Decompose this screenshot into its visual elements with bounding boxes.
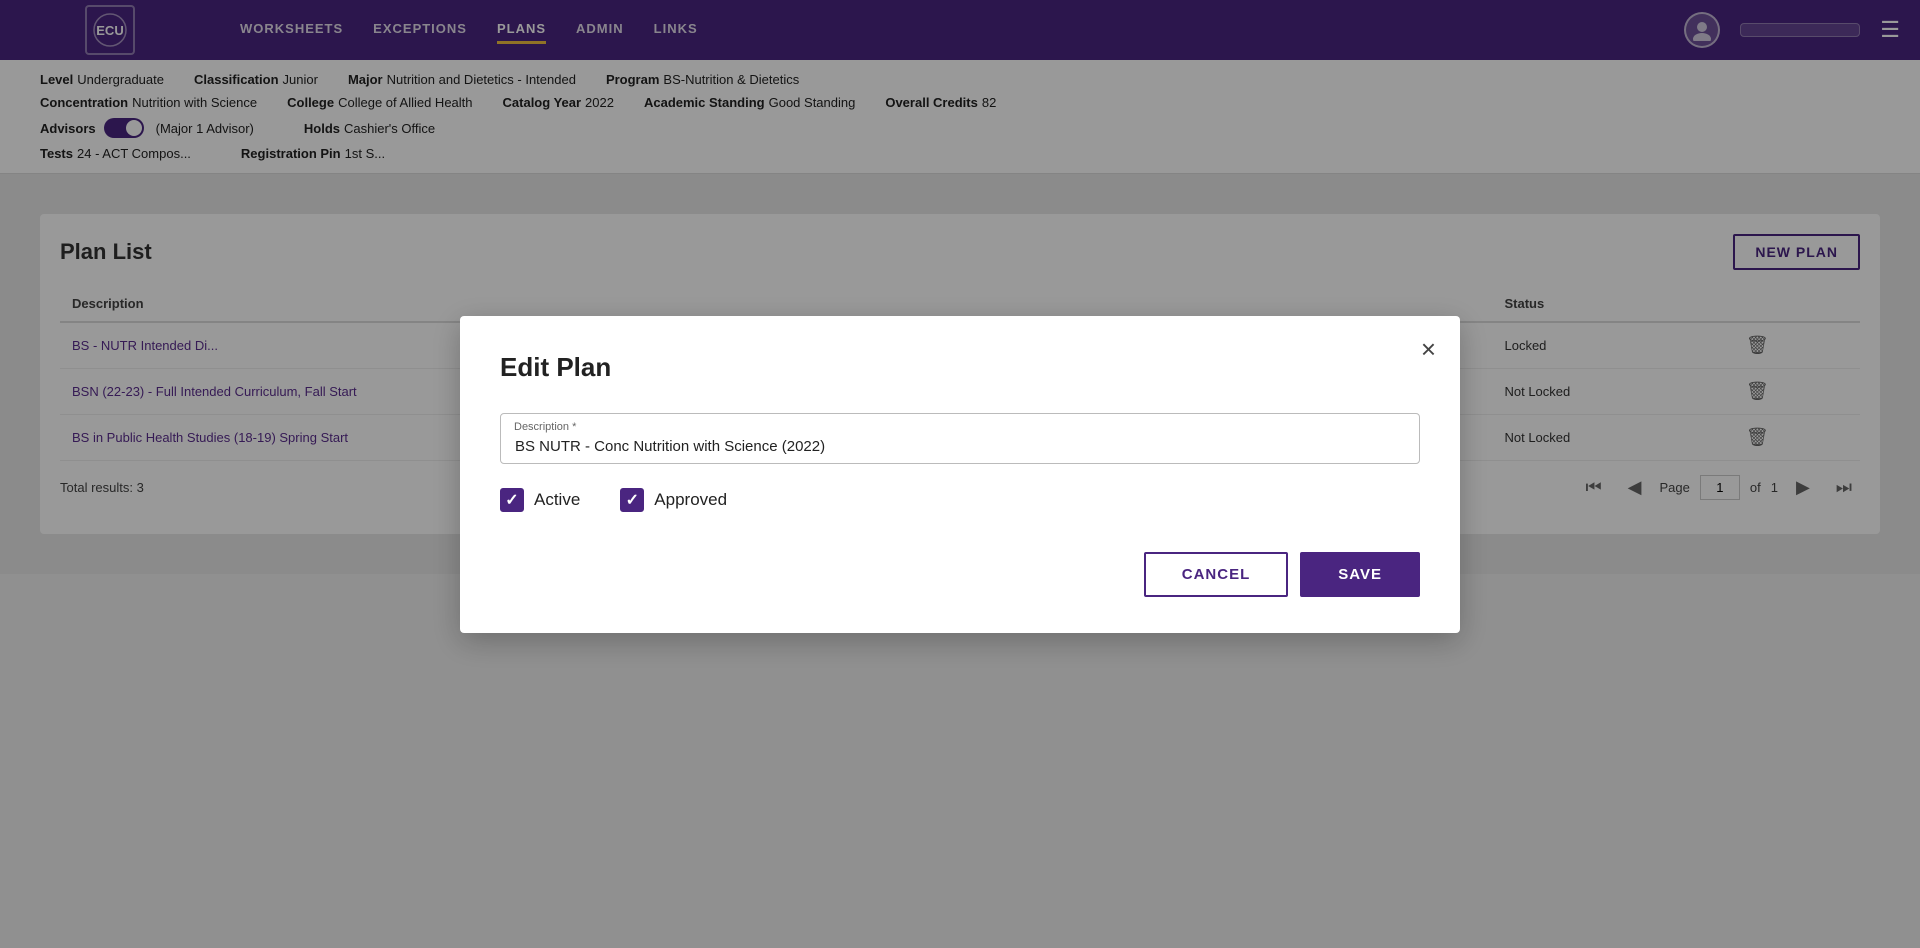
- active-checkbox-item: ✓ Active: [500, 488, 580, 512]
- save-button[interactable]: SAVE: [1300, 552, 1420, 597]
- modal-buttons: CANCEL SAVE: [500, 552, 1420, 597]
- approved-label: Approved: [654, 490, 727, 510]
- modal-close-button[interactable]: ×: [1421, 336, 1436, 362]
- approved-checkbox[interactable]: ✓: [620, 488, 644, 512]
- approved-checkbox-item: ✓ Approved: [620, 488, 727, 512]
- description-input[interactable]: [500, 413, 1420, 464]
- active-checkmark: ✓: [505, 490, 518, 510]
- active-checkbox[interactable]: ✓: [500, 488, 524, 512]
- modal-overlay[interactable]: Edit Plan × Description * ✓ Active ✓ App…: [0, 0, 1920, 948]
- modal-title: Edit Plan: [500, 352, 1420, 383]
- description-field-label: Description *: [514, 421, 576, 433]
- description-field: Description *: [500, 413, 1420, 464]
- checkbox-row: ✓ Active ✓ Approved: [500, 488, 1420, 512]
- active-label: Active: [534, 490, 580, 510]
- approved-checkmark: ✓: [626, 490, 639, 510]
- cancel-button[interactable]: CANCEL: [1144, 552, 1289, 597]
- edit-plan-modal: Edit Plan × Description * ✓ Active ✓ App…: [460, 316, 1460, 633]
